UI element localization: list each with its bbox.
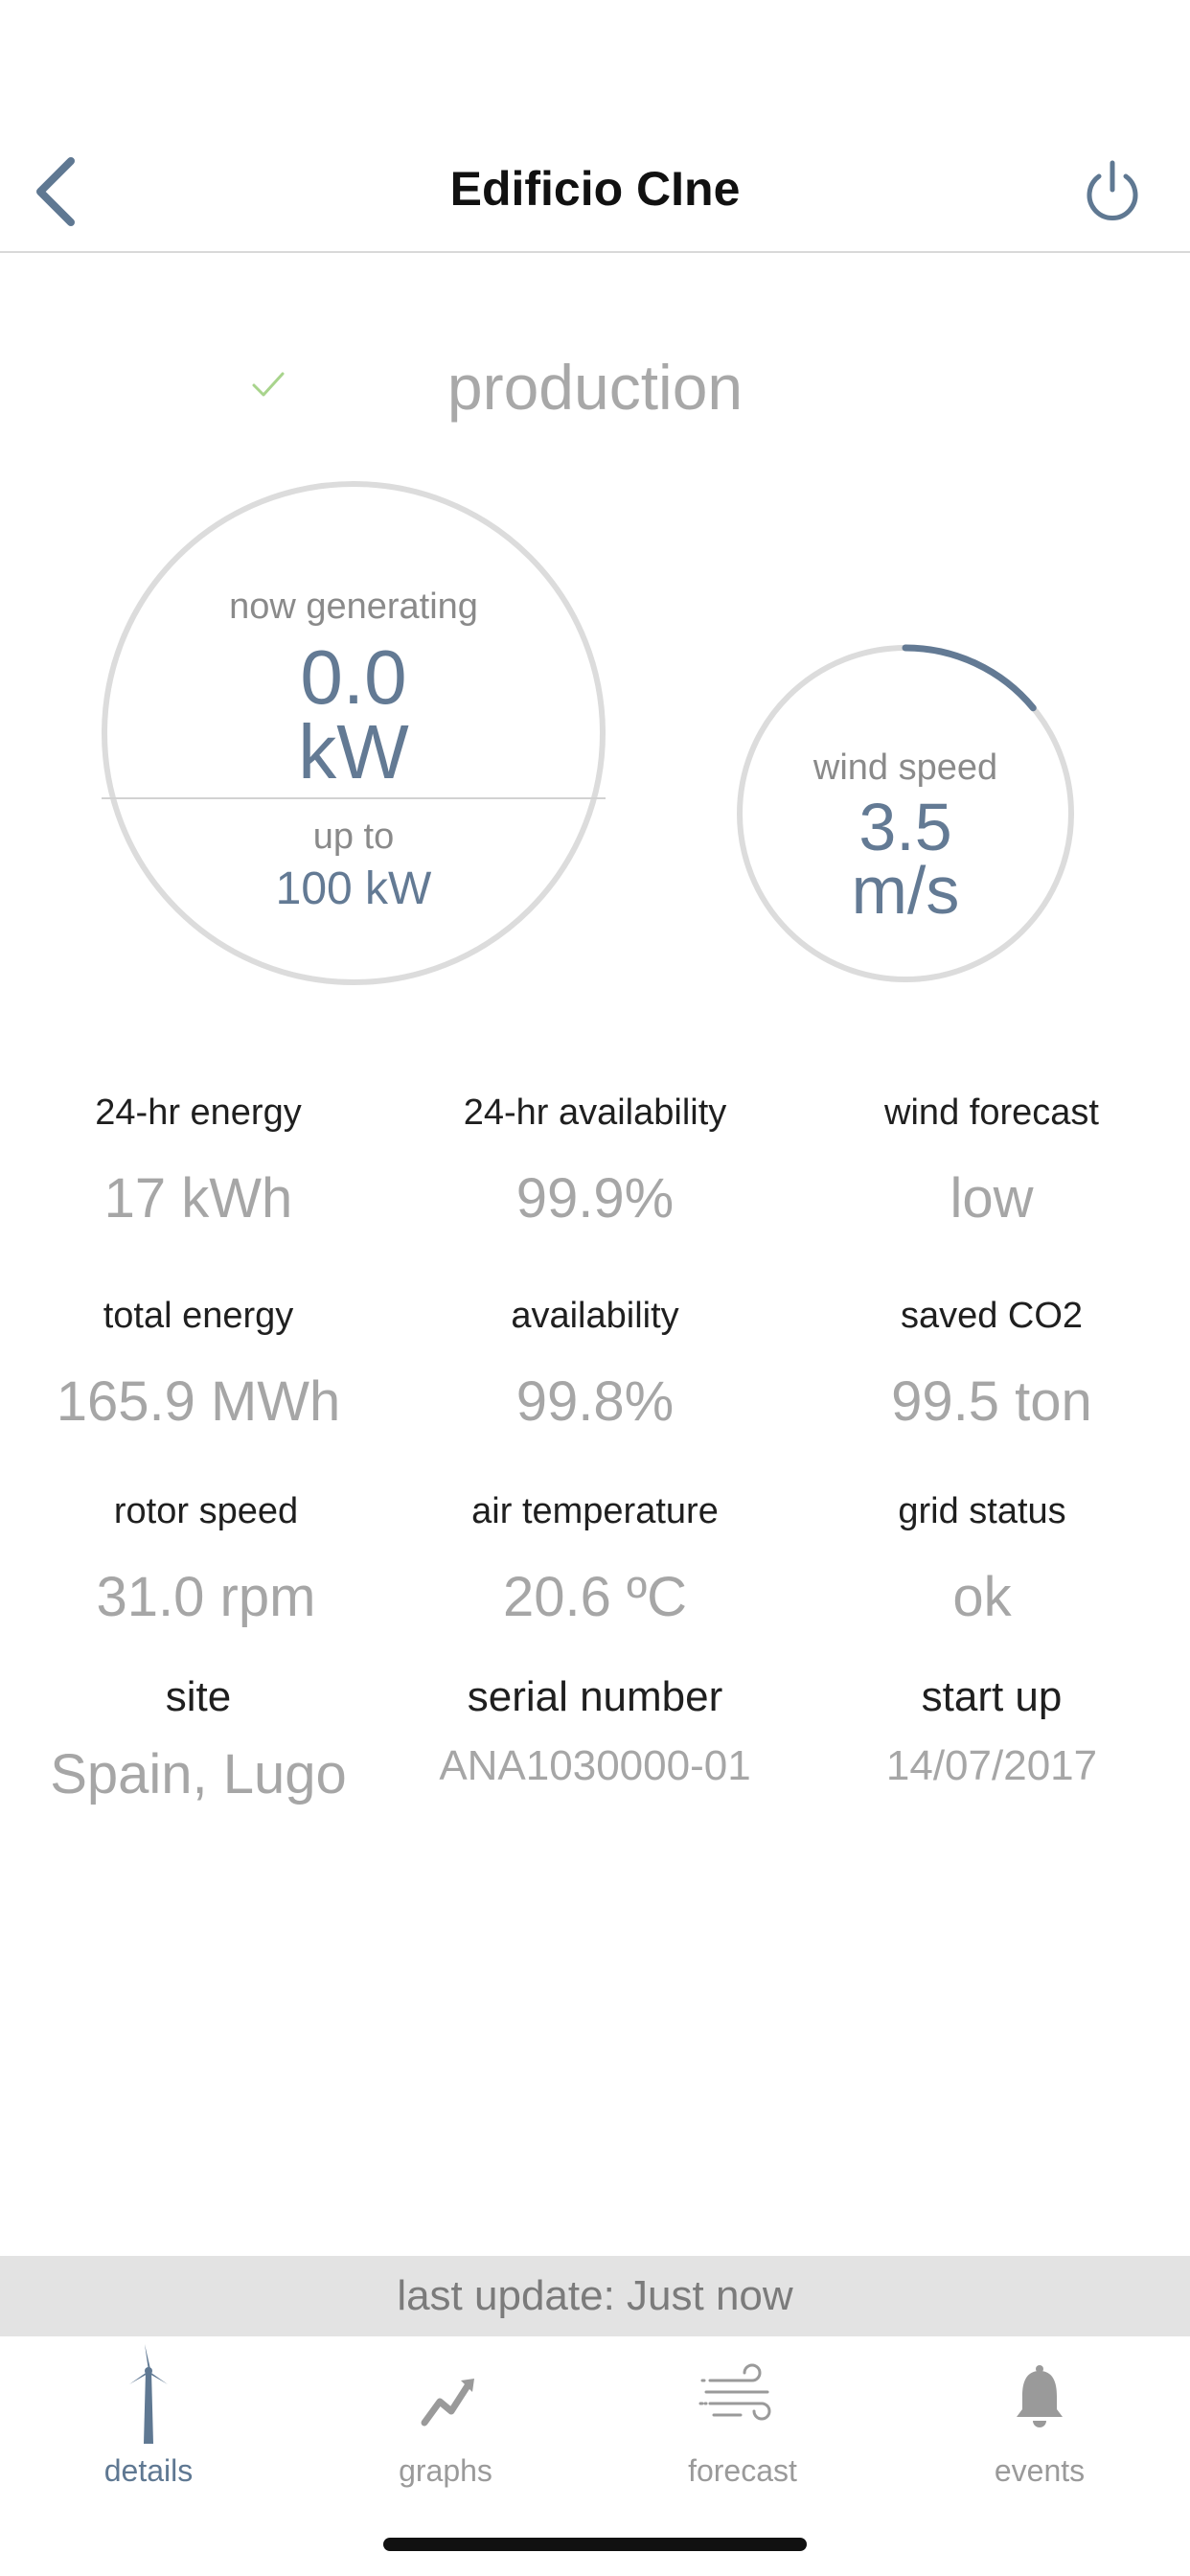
stat-serial-number: serial number ANA1030000-01 [397,1673,793,1790]
generation-label: now generating [229,586,478,627]
stat-value: 17 kWh [103,1167,293,1230]
wind-speed-number: 3.5 [858,790,952,864]
stat-label: saved CO2 [900,1296,1084,1336]
stat-label: air temperature [471,1491,719,1531]
stat-label: start up [921,1673,1063,1720]
stat-value: 99.8% [515,1370,675,1433]
stat-value: Spain, Lugo [50,1743,347,1806]
home-indicator [383,2538,807,2551]
generation-number: 0.0 [300,634,407,720]
stat-grid-status: grid status ok [784,1491,1180,1629]
wind-speed-value: 3.5 m/s [734,790,1077,928]
tab-forecast[interactable]: forecast [594,2336,891,2490]
stat-rotor-speed: rotor speed 31.0 rpm [8,1491,404,1629]
stat-value: 20.6 ºC [502,1566,688,1628]
stat-value: 31.0 rpm [96,1566,316,1628]
stat-label: rotor speed [113,1491,299,1531]
power-button[interactable] [1081,157,1144,224]
power-icon [1087,160,1138,220]
tab-label: events [994,2453,1086,2488]
bell-icon [1017,2365,1063,2427]
stat-availability: availability 99.8% [397,1296,793,1434]
stat-label: availability [511,1296,679,1336]
trend-chart-icon [421,2379,474,2426]
generation-upto-label: up to [312,816,395,857]
wind-gauge-fill [902,644,1037,712]
tab-graphs[interactable]: graphs [297,2336,594,2490]
stat-site: site Spain, Lugo [0,1673,397,1806]
stat-label: serial number [467,1673,723,1720]
stat-start-up: start up 14/07/2017 [793,1673,1190,1790]
tab-label: graphs [399,2453,492,2488]
stat-24hr-energy: 24-hr energy 17 kWh [0,1092,397,1230]
stat-24hr-availability: 24-hr availability 99.9% [397,1092,793,1230]
generation-value: 0.0 kW [102,634,606,794]
page-title: Edificio CIne [449,162,741,216]
stat-value: 99.5 ton [891,1370,1092,1433]
stat-label: total energy [103,1296,294,1336]
stat-wind-forecast: wind forecast low [793,1092,1190,1230]
stat-label: site [165,1673,232,1720]
stat-value: 14/07/2017 [885,1742,1098,1789]
stat-saved-co2: saved CO2 99.5 ton [793,1296,1190,1434]
wind-icon [698,2363,771,2421]
last-update-bar: last update: Just now [0,2256,1190,2336]
stat-air-temperature: air temperature 20.6 ºC [397,1491,793,1629]
tab-details[interactable]: details [0,2336,297,2490]
stat-total-energy: total energy 165.9 MWh [0,1296,397,1434]
generation-divider [102,797,606,799]
stat-value: low [950,1167,1034,1230]
generation-max-value: 100 kW [275,863,432,914]
stat-label: 24-hr availability [463,1092,727,1133]
status-text: production [446,352,744,423]
wind-turbine-icon [129,2344,168,2444]
stat-label: 24-hr energy [95,1092,302,1133]
tab-label: details [103,2453,194,2488]
stat-value: 99.9% [515,1167,675,1230]
stat-label: grid status [898,1491,1066,1531]
wind-speed-label: wind speed [812,748,998,788]
stat-label: wind forecast [884,1092,1099,1133]
stat-value: ok [952,1566,1012,1628]
generation-unit: kW [298,709,409,794]
tab-label: forecast [688,2453,797,2488]
stat-value: 165.9 MWh [56,1370,341,1433]
nav-header: Edificio CIne [0,134,1190,253]
wind-speed-unit: m/s [851,853,960,928]
stat-value: ANA1030000-01 [439,1742,751,1789]
tab-events[interactable]: events [891,2336,1188,2490]
status-row: production [0,345,1190,431]
